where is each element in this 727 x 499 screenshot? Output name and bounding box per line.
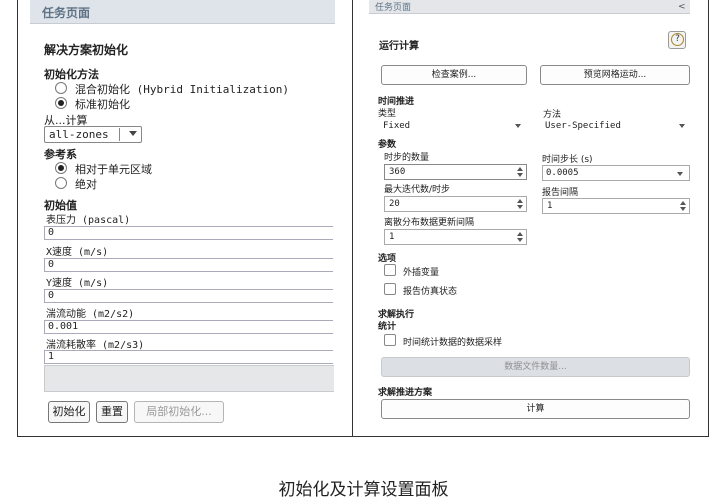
decrement-arrow-icon[interactable] (517, 173, 523, 177)
absolute-frame-radio[interactable] (55, 177, 67, 189)
task-page-header: 任务页面 (369, 0, 690, 14)
calculate-button[interactable]: 计算 (381, 399, 690, 419)
decrement-arrow-icon[interactable] (517, 205, 523, 209)
y-velocity-label: Y速度 (m/s) (46, 278, 109, 289)
num-time-steps-label: 时步的数量 (384, 153, 430, 163)
increment-arrow-icon[interactable] (517, 232, 523, 236)
check-case-button[interactable]: 检查案例... (381, 65, 527, 85)
decrement-arrow-icon[interactable] (517, 238, 523, 242)
reference-frame-label: 参考系 (44, 148, 77, 161)
parameters-label: 参数 (378, 140, 397, 150)
increment-arrow-icon[interactable] (517, 167, 523, 171)
compute-from-value: all-zones (49, 128, 109, 141)
profile-update-label: 离散分布数据更新间隔 (384, 218, 475, 228)
reset-button[interactable]: 重置 (96, 401, 128, 423)
panel-title: 运行计算 (379, 41, 419, 52)
report-status-label: 报告仿真状态 (403, 287, 458, 297)
task-page-header: 任务页面 (30, 0, 335, 24)
reporting-interval-input[interactable]: 1 (542, 198, 690, 214)
figure-caption: 初始化及计算设置面板 (278, 480, 449, 499)
chevron-down-icon (679, 124, 685, 128)
y-velocity-input[interactable]: 0 (44, 289, 333, 303)
relative-frame-label: 相对于单元区域 (75, 163, 152, 176)
collapse-arrow-icon[interactable]: < (678, 2, 686, 12)
profile-update-input[interactable]: 1 (384, 229, 527, 245)
time-step-size-label: 时间步长 (s) (542, 155, 593, 165)
data-sampling-label: 时间统计数据的数据采样 (403, 338, 503, 348)
help-icon: ? (671, 33, 684, 46)
type-select[interactable]: Fixed (379, 119, 526, 133)
help-button[interactable]: ? (668, 31, 686, 49)
preview-mesh-motion-button[interactable]: 预览网格运动... (540, 65, 690, 85)
data-sampling-checkbox[interactable] (384, 334, 396, 346)
reporting-interval-value: 1 (547, 201, 553, 211)
solution-advancement-label: 求解推进方案 (378, 388, 433, 398)
gauge-pressure-label: 表压力 (pascal) (46, 215, 131, 226)
absolute-frame-label: 绝对 (75, 178, 97, 191)
method-select[interactable]: User-Specified (541, 119, 690, 133)
extrapolate-label: 外插变量 (403, 268, 440, 278)
reporting-interval-label: 报告间隔 (542, 188, 579, 198)
max-iterations-label: 最大迭代数/时步 (384, 185, 451, 195)
chevron-down-icon (129, 131, 137, 136)
combo-separator (119, 128, 120, 141)
time-step-size-input[interactable]: 0.0005 (542, 165, 690, 181)
patch-button[interactable]: 局部初始化... (134, 401, 224, 423)
type-label: 类型 (378, 109, 397, 119)
standard-init-label: 标准初始化 (75, 98, 130, 111)
initialize-button[interactable]: 初始化 (48, 401, 90, 423)
relative-frame-radio[interactable] (55, 162, 67, 174)
chevron-down-icon (677, 172, 683, 176)
data-file-quantities-button[interactable]: 数据文件数量... (381, 357, 690, 377)
time-step-size-value: 0.0005 (546, 168, 579, 178)
method-value: User-Specified (545, 121, 621, 131)
max-iterations-input[interactable]: 20 (384, 196, 527, 212)
statistics-label: 统计 (378, 322, 397, 332)
turbulent-kinetic-energy-label: 湍流动能 (m2/s2) (46, 309, 135, 320)
hybrid-init-radio[interactable] (55, 82, 67, 94)
num-time-steps-input[interactable]: 360 (384, 164, 527, 180)
report-status-checkbox[interactable] (384, 283, 396, 295)
decrement-arrow-icon[interactable] (680, 207, 686, 211)
turbulent-dissipation-rate-label: 湍流耗散率 (m2/s3) (46, 340, 145, 351)
x-velocity-label: X速度 (m/s) (46, 247, 109, 258)
initial-values-empty-area (44, 365, 334, 392)
solution-initialization-panel: 任务页面 解决方案初始化 初始化方法 混合初始化 (Hybrid Initial… (30, 0, 335, 430)
task-page-header-label: 任务页面 (42, 6, 91, 20)
increment-arrow-icon[interactable] (517, 199, 523, 203)
increment-arrow-icon[interactable] (680, 201, 686, 205)
profile-update-value: 1 (389, 232, 395, 242)
turbulent-kinetic-energy-input[interactable]: 0.001 (44, 320, 333, 334)
hybrid-init-label: 混合初始化 (Hybrid Initialization) (75, 83, 289, 96)
num-time-steps-value: 360 (389, 167, 406, 177)
type-value: Fixed (383, 121, 411, 131)
max-iterations-value: 20 (389, 199, 400, 209)
panel-divider (352, 0, 353, 437)
extrapolate-checkbox[interactable] (384, 264, 396, 276)
init-method-label: 初始化方法 (44, 68, 99, 81)
chevron-down-icon (515, 124, 521, 128)
panel-title: 解决方案初始化 (44, 43, 129, 57)
x-velocity-input[interactable]: 0 (44, 258, 333, 272)
run-calculation-panel: 任务页面 < 运行计算 ? 检查案例... 预览网格运动... 时间推进 类型 … (369, 0, 690, 430)
task-page-header-label: 任务页面 (375, 3, 412, 13)
gauge-pressure-input[interactable]: 0 (44, 226, 333, 240)
compute-from-select[interactable]: all-zones (44, 126, 142, 143)
standard-init-radio[interactable] (55, 97, 67, 109)
turbulent-dissipation-rate-input[interactable]: 1 (44, 350, 333, 364)
options-label: 选项 (378, 254, 397, 264)
